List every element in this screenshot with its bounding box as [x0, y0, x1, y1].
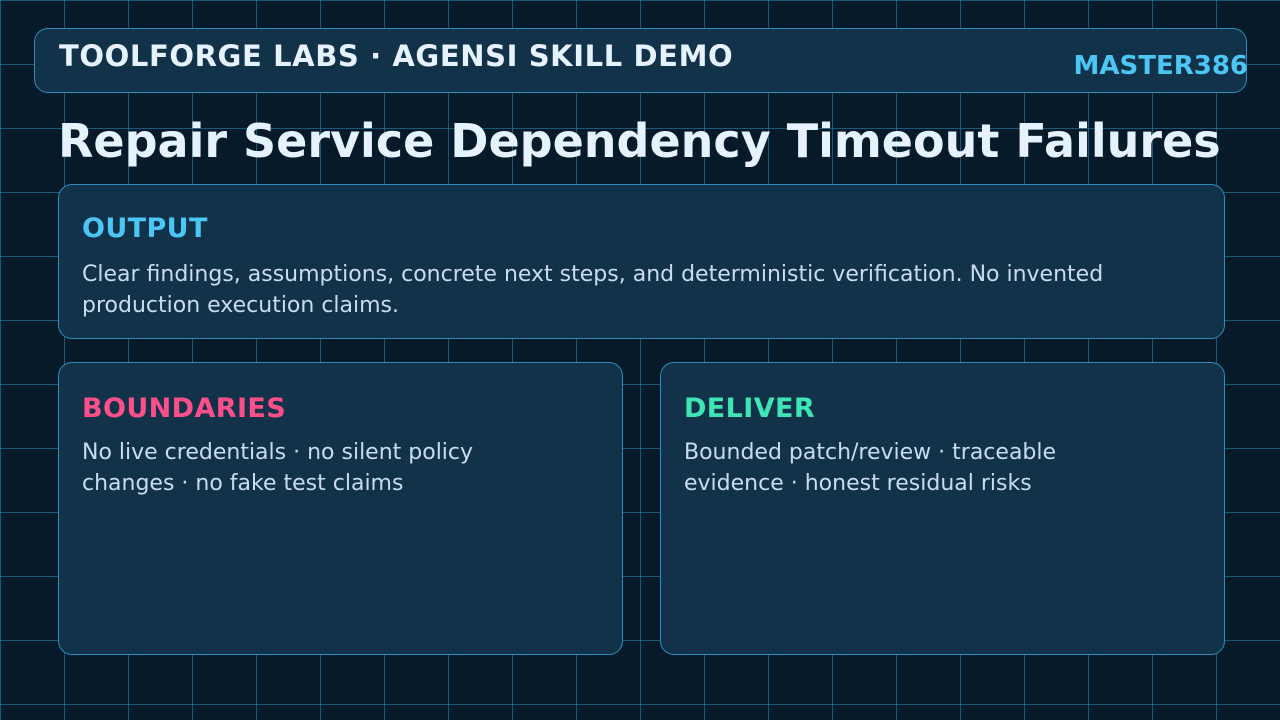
- output-heading: OUTPUT: [82, 213, 208, 244]
- boundaries-card: BOUNDARIES No live credentials · no sile…: [58, 362, 623, 655]
- header-title: TOOLFORGE LABS · AGENSI SKILL DEMO: [59, 39, 734, 73]
- deliver-heading: DELIVER: [684, 393, 816, 424]
- page-title: Repair Service Dependency Timeout Failur…: [58, 114, 1221, 168]
- deliver-body: Bounded patch/review · traceable evidenc…: [684, 440, 1057, 496]
- boundaries-heading: BOUNDARIES: [82, 393, 287, 424]
- output-card: OUTPUT Clear findings, assumptions, conc…: [58, 184, 1225, 339]
- boundaries-body: No live credentials · no silent policy c…: [82, 440, 474, 496]
- output-body: Clear findings, assumptions, concrete ne…: [82, 262, 1104, 318]
- deliver-card: DELIVER Bounded patch/review · traceable…: [660, 362, 1225, 655]
- header-tag: MASTER386: [1073, 51, 1248, 81]
- header-bar: TOOLFORGE LABS · AGENSI SKILL DEMO MASTE…: [34, 28, 1248, 93]
